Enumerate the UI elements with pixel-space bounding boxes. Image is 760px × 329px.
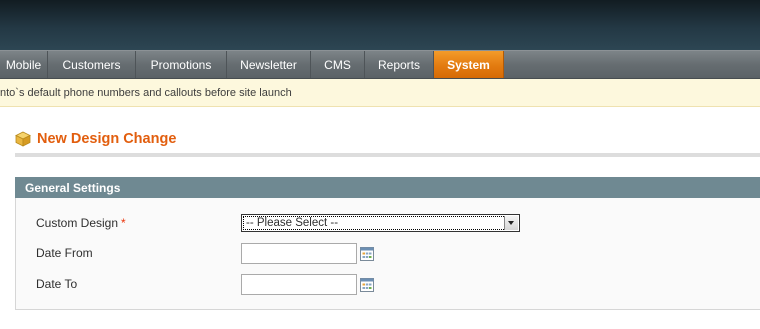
- nav-item-promotions[interactable]: Promotions: [136, 51, 227, 78]
- custom-design-select[interactable]: -- Please Select --: [241, 214, 520, 232]
- main-nav: Mobile Customers Promotions Newsletter C…: [0, 50, 760, 79]
- system-notice: nto`s default phone numbers and callouts…: [0, 79, 760, 107]
- fieldset-title: General Settings: [25, 180, 121, 195]
- package-icon: [15, 131, 31, 147]
- nav-item-reports[interactable]: Reports: [365, 51, 434, 78]
- notice-text: nto`s default phone numbers and callouts…: [0, 86, 292, 99]
- chevron-down-icon[interactable]: [504, 216, 518, 230]
- page-title-text: New Design Change: [37, 131, 177, 147]
- date-to-input[interactable]: [241, 274, 357, 295]
- header-bar: [0, 0, 760, 50]
- fieldset-header: General Settings: [15, 177, 760, 198]
- nav-item-newsletter[interactable]: Newsletter: [227, 51, 311, 78]
- page-title: New Design Change: [15, 131, 176, 147]
- required-mark: *: [121, 216, 126, 230]
- date-to-label: Date To: [36, 277, 78, 291]
- date-from-label: Date From: [36, 246, 93, 260]
- calendar-icon[interactable]: [360, 278, 374, 292]
- date-from-input[interactable]: [241, 243, 357, 264]
- calendar-icon[interactable]: [360, 247, 374, 261]
- custom-design-select-value: -- Please Select --: [246, 217, 339, 229]
- nav-item-customers[interactable]: Customers: [48, 51, 136, 78]
- title-divider: [15, 153, 760, 157]
- custom-design-label: Custom Design *: [36, 216, 126, 230]
- nav-item-cms[interactable]: CMS: [311, 51, 365, 78]
- nav-item-system[interactable]: System: [434, 51, 504, 78]
- nav-item-mobile[interactable]: Mobile: [0, 51, 48, 78]
